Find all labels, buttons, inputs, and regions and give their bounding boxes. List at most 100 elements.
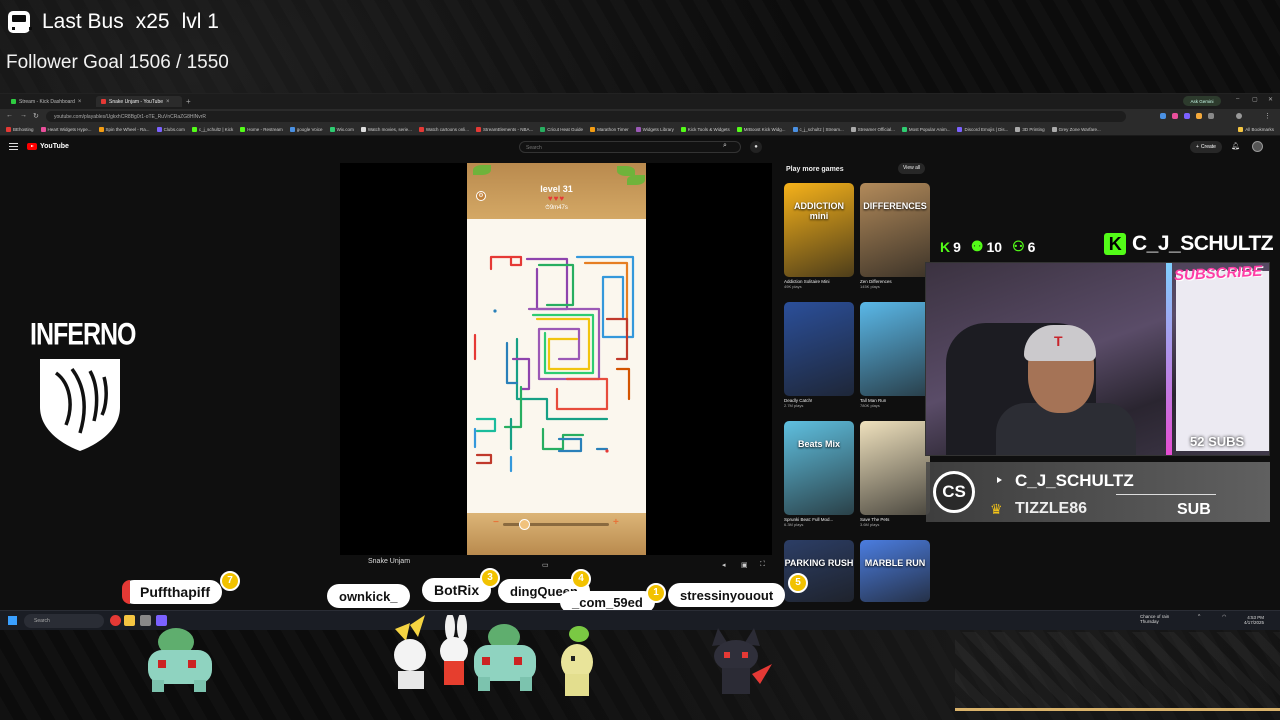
captions-icon[interactable]: ▭: [542, 561, 549, 569]
extension-icon[interactable]: [1160, 113, 1166, 119]
bookmark-item[interactable]: Marathon Timer: [590, 127, 629, 132]
game-card[interactable]: Deadly Catch! 2.7M plays: [784, 302, 854, 408]
game-card[interactable]: ADDICTION mini Addiction Solitaire Mini 49…: [784, 183, 854, 289]
bookmark-item[interactable]: c_j_schultz | Kick: [191, 127, 233, 132]
create-button[interactable]: + Create: [1190, 141, 1222, 153]
search-icon[interactable]: ⌕: [723, 142, 727, 150]
bookmark-item[interactable]: StreamElements - NBA...: [476, 127, 533, 132]
game-card[interactable]: PARKING RUSH: [784, 540, 854, 602]
minimize-icon[interactable]: –: [1236, 96, 1239, 102]
close-icon[interactable]: ×: [78, 99, 82, 105]
bookmark-item[interactable]: Spin the Wheel - Ra...: [98, 127, 150, 132]
youtube-play-icon: [27, 143, 37, 150]
hamburger-menu-icon[interactable]: [9, 143, 18, 150]
weather-widget[interactable]: Chance of rain Thursday: [1140, 614, 1169, 624]
snake-maze-graphic[interactable]: [467, 219, 646, 513]
url-field[interactable]: youtube.com/playables/UgkxhCR8Bg0r1-oTE_…: [46, 111, 1126, 122]
snake-unjam-game[interactable]: ⚙ level 31 ♥♥♥ ⏱9m47s − +: [467, 163, 646, 555]
bulbasaur-sprite: [148, 628, 212, 692]
bookmark-item[interactable]: All Bookmarks: [1238, 127, 1274, 132]
game-footer: − +: [467, 513, 646, 555]
game-thumbnail[interactable]: Beats Mix: [784, 421, 854, 515]
game-card[interactable]: Beats Mix Sprunki Beat: Full Mod... 6.3M p…: [784, 421, 854, 527]
wifi-icon[interactable]: ◠: [1222, 614, 1226, 620]
extension-icon[interactable]: [1208, 113, 1214, 119]
view-all-button[interactable]: View all: [898, 163, 926, 174]
bookmark-item[interactable]: Heart Widgets Hype...: [40, 127, 92, 132]
close-window-icon[interactable]: ✕: [1268, 96, 1273, 103]
bookmark-item[interactable]: Kick Tools & Widgets: [680, 127, 730, 132]
bookmark-item[interactable]: 3D Printing: [1015, 127, 1045, 132]
system-clock[interactable]: 4:53 PM 4/17/2025: [1244, 615, 1264, 625]
game-thumbnail[interactable]: [784, 302, 854, 396]
youtube-logo[interactable]: YouTube: [27, 143, 69, 150]
tray-chevron-icon[interactable]: ^: [1198, 614, 1200, 620]
bookmark-item[interactable]: c_j_schultz | Stream...: [792, 127, 844, 132]
forward-icon[interactable]: →: [20, 112, 27, 119]
bookmark-item[interactable]: google Voice: [289, 127, 323, 132]
bookmark-item[interactable]: Discord Emojis | Dis...: [957, 127, 1008, 132]
bookmark-label: Heart Widgets Hype...: [47, 127, 92, 132]
profile-icon[interactable]: [1236, 113, 1242, 119]
maximize-icon[interactable]: ▢: [1252, 96, 1258, 103]
game-thumbnail[interactable]: ADDICTION mini: [784, 183, 854, 277]
bookmark-item[interactable]: Watch movies, serie...: [360, 127, 412, 132]
bookmark-item[interactable]: Wix.com: [329, 127, 354, 132]
extension-icon[interactable]: [1172, 113, 1178, 119]
extension-icon[interactable]: [1184, 113, 1190, 119]
new-tab-button[interactable]: +: [186, 97, 191, 106]
extension-icon[interactable]: [1196, 113, 1202, 119]
miniplayer-icon[interactable]: ▣: [741, 561, 748, 569]
taskbar-search[interactable]: Search: [24, 614, 104, 628]
reload-icon[interactable]: ↻: [33, 112, 39, 120]
game-thumbnail[interactable]: [860, 421, 930, 515]
snake-puzzle-board[interactable]: [467, 219, 646, 519]
kick-channel-label: C_J_SCHULTZ: [1132, 232, 1274, 255]
bookmark-item[interactable]: Streamer Official...: [850, 127, 895, 132]
follower-stat: ⚇ 6: [1012, 238, 1035, 255]
bookmark-item[interactable]: BEhosting: [6, 127, 34, 132]
tab-snake-unjam[interactable]: Snake Unjam - YouTube ×: [96, 96, 182, 107]
game-player[interactable]: ⚙ level 31 ♥♥♥ ⏱9m47s − + Snake Unjam ▭ …: [340, 163, 772, 569]
game-thumbnail[interactable]: [860, 302, 930, 396]
menu-icon[interactable]: ⋮: [1264, 112, 1271, 120]
windows-start-icon[interactable]: [8, 616, 17, 625]
fullscreen-icon[interactable]: ⛶: [760, 561, 765, 569]
chat-username: Puffthapiff: [140, 584, 210, 600]
bookmark-item[interactable]: Watch cartoons onli...: [418, 127, 469, 132]
game-plays: 3.6M plays: [860, 522, 880, 527]
bookmark-item[interactable]: Grey Zone Warfare...: [1051, 127, 1101, 132]
game-thumbnail[interactable]: PARKING RUSH: [784, 540, 854, 602]
account-avatar[interactable]: [1252, 141, 1263, 152]
game-card[interactable]: DIFFERENCES Zen Differences 145K plays: [860, 183, 930, 289]
ask-gemini-button[interactable]: Ask Gemini: [1183, 96, 1221, 106]
bookmark-item[interactable]: Clubs.com: [156, 127, 185, 132]
bookmark-item[interactable]: Cricut Heat Guide: [540, 127, 583, 132]
game-thumbnail[interactable]: MARBLE RUN: [860, 540, 930, 602]
bookmark-item[interactable]: Home - Restream: [240, 127, 283, 132]
zoom-slider-handle[interactable]: [519, 519, 530, 530]
bookmark-item[interactable]: Most Popular Anim...: [901, 127, 950, 132]
bookmark-item[interactable]: Widgets Library: [635, 127, 674, 132]
bookmark-item[interactable]: MrBoost Kick Widg...: [736, 127, 786, 132]
game-card[interactable]: MARBLE RUN: [860, 540, 930, 602]
microphone-icon[interactable]: ●: [750, 141, 762, 153]
zoom-out-button[interactable]: −: [493, 517, 499, 528]
folder-icon[interactable]: [124, 615, 135, 626]
bookmark-favicon-icon: [590, 127, 596, 132]
close-icon[interactable]: ×: [166, 99, 170, 105]
tab-kick-dashboard[interactable]: Stream - Kick Dashboard ×: [6, 96, 92, 107]
volume-icon[interactable]: ◂: [722, 561, 726, 569]
lives-hearts: ♥♥♥: [547, 194, 566, 203]
zoom-in-button[interactable]: +: [613, 517, 619, 528]
alert-type: SUB: [1177, 501, 1211, 518]
app-icon[interactable]: [110, 615, 121, 626]
notifications-bell-icon[interactable]: 🔔︎: [1231, 142, 1240, 150]
game-card[interactable]: Tall Man Run 780K plays: [860, 302, 930, 408]
search-input[interactable]: Search: [519, 141, 741, 153]
game-thumbnail[interactable]: DIFFERENCES: [860, 183, 930, 277]
back-icon[interactable]: ←: [6, 112, 13, 119]
zoom-slider[interactable]: [503, 519, 609, 530]
crown-icon: ♛: [990, 501, 1003, 517]
game-card[interactable]: Save The Pets 3.6M plays: [860, 421, 930, 527]
